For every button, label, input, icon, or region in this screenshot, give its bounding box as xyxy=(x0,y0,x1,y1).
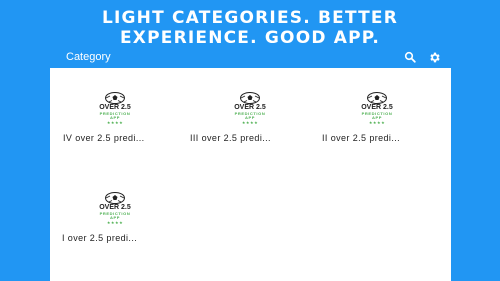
thumbnail-stars: ★★★★ xyxy=(241,120,259,125)
app-screen: Category OVER 2.5 PREDICTION APP ★★★★ IV… xyxy=(50,46,451,281)
category-thumbnail: OVER 2.5 PREDICTION APP ★★★★ xyxy=(218,92,282,132)
thumbnail-stars: ★★★★ xyxy=(368,120,386,125)
category-thumbnail: OVER 2.5 PREDICTION APP ★★★★ xyxy=(83,92,147,132)
app-bar: Category xyxy=(50,46,451,68)
soccer-ball-icon xyxy=(240,92,260,104)
category-thumbnail: OVER 2.5 PREDICTION APP ★★★★ xyxy=(83,192,147,232)
category-label: III over 2.5 predi... xyxy=(190,133,271,143)
category-label: II over 2.5 predi... xyxy=(322,133,401,143)
promo-headline-line-1: LIGHT CATEGORIES. BETTER xyxy=(101,8,399,28)
soccer-ball-icon xyxy=(105,92,125,104)
promo-headline-line-2: EXPERIENCE. GOOD APP. xyxy=(119,28,380,48)
soccer-ball-icon xyxy=(367,92,387,104)
category-item[interactable]: OVER 2.5 PREDICTION APP ★★★★ IV over 2.5… xyxy=(50,92,180,143)
category-label: IV over 2.5 predi... xyxy=(63,133,145,143)
app-bar-title: Category xyxy=(66,51,111,63)
category-item[interactable]: OVER 2.5 PREDICTION APP ★★★★ I over 2.5 … xyxy=(50,192,180,243)
category-item[interactable]: OVER 2.5 PREDICTION APP ★★★★ III over 2.… xyxy=(185,92,315,143)
category-label: I over 2.5 predi... xyxy=(62,233,138,243)
thumbnail-stars: ★★★★ xyxy=(106,220,124,225)
category-item[interactable]: OVER 2.5 PREDICTION APP ★★★★ II over 2.5… xyxy=(312,92,442,143)
category-grid: OVER 2.5 PREDICTION APP ★★★★ IV over 2.5… xyxy=(50,68,451,268)
category-thumbnail: OVER 2.5 PREDICTION APP ★★★★ xyxy=(345,92,409,132)
gear-icon[interactable] xyxy=(426,49,442,65)
promo-headline: LIGHT CATEGORIES. BETTER EXPERIENCE. GOO… xyxy=(0,8,500,48)
search-icon[interactable] xyxy=(402,49,418,65)
thumbnail-stars: ★★★★ xyxy=(106,120,124,125)
soccer-ball-icon xyxy=(105,192,125,204)
